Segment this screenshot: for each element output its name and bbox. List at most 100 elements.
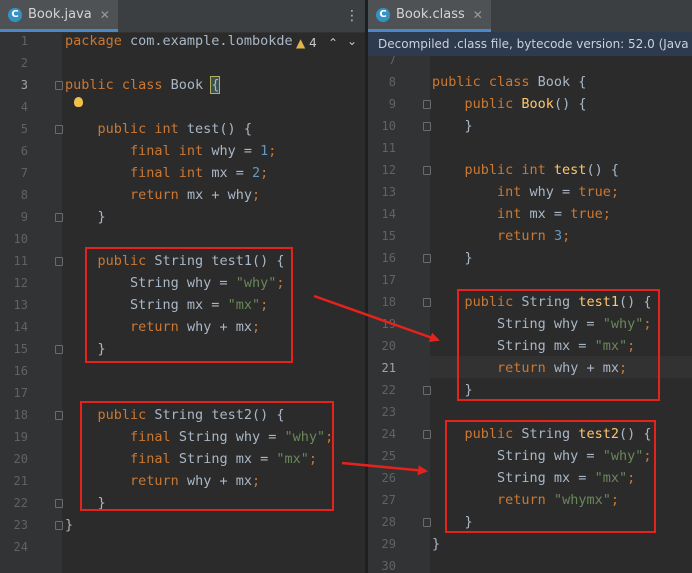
line-number: 14 [13, 320, 28, 334]
line-number: 25 [381, 449, 396, 463]
fold-marker-icon[interactable] [423, 298, 431, 307]
code-token: public class [65, 77, 171, 93]
tab-bar: C Book.java ✕ ⋮ [0, 0, 365, 33]
line-number: 12 [381, 163, 396, 177]
close-icon[interactable]: ✕ [473, 8, 483, 22]
fold-marker-icon[interactable] [423, 518, 431, 527]
code-line[interactable]: public int test() { [432, 159, 619, 181]
code-line[interactable]: return 3; [432, 225, 570, 247]
class-icon: C [376, 7, 390, 22]
fold-marker-icon[interactable] [55, 499, 63, 508]
line-number: 14 [381, 207, 396, 221]
code-line[interactable]: } [432, 247, 473, 269]
highlight-box-test1-source [85, 247, 293, 363]
line-number: 19 [381, 317, 396, 331]
fold-marker-icon[interactable] [55, 81, 63, 90]
chevron-up-icon[interactable]: ⌃ [328, 36, 338, 50]
line-number: 30 [381, 559, 396, 573]
code-token: public class [432, 74, 538, 90]
code-token: mx = [211, 165, 252, 181]
code-token: { [210, 76, 221, 94]
code-token: return [497, 228, 554, 244]
highlight-box-test2-source [80, 401, 334, 511]
lightbulb-icon[interactable] [74, 97, 83, 107]
code-token: () { [553, 96, 587, 112]
code-line[interactable]: public class Book { [65, 74, 221, 96]
line-number: 18 [381, 295, 396, 309]
tab-label: Book.java [28, 7, 92, 22]
line-number: 10 [13, 232, 28, 246]
fold-marker-icon[interactable] [55, 521, 63, 530]
line-number: 4 [20, 100, 28, 114]
fold-marker-icon[interactable] [55, 213, 63, 222]
class-icon: C [8, 7, 22, 22]
code-line[interactable]: public class Book { [432, 71, 586, 93]
code-line[interactable]: int mx = true; [432, 203, 611, 225]
code-token: Book [170, 77, 212, 93]
code-token: } [65, 517, 74, 533]
line-number: 12 [13, 276, 28, 290]
code-token: 3 [553, 228, 563, 244]
fold-marker-icon[interactable] [423, 386, 431, 395]
code-line[interactable]: package com.example.lombokde [65, 30, 293, 52]
fold-marker-icon[interactable] [423, 122, 431, 131]
code-line[interactable]: return mx + why; [65, 184, 260, 206]
code-line[interactable]: public int test() { [65, 118, 252, 140]
tab-label: Book.class [396, 7, 465, 22]
warning-indicator[interactable]: ▲ 4 [296, 36, 317, 50]
fold-marker-icon[interactable] [423, 100, 431, 109]
code-token: ; [251, 187, 261, 203]
chevron-down-icon[interactable]: ⌄ [347, 34, 357, 48]
code-line[interactable]: } [65, 514, 73, 536]
line-number: 8 [388, 75, 396, 89]
code-line[interactable]: int why = true; [432, 181, 619, 203]
close-icon[interactable]: ✕ [100, 8, 110, 22]
fold-marker-icon[interactable] [55, 411, 63, 420]
code-token: } [65, 209, 106, 225]
code-token: true; [578, 184, 619, 200]
code-line[interactable]: public Book() { [432, 93, 587, 115]
fold-marker-icon[interactable] [55, 345, 63, 354]
line-number: 5 [20, 122, 28, 136]
editor-pane-right: 7 8 public class Book {9 public Book() {10… [368, 0, 692, 573]
decompiled-banner: Decompiled .class file, bytecode version… [368, 32, 692, 56]
line-number: 24 [13, 540, 28, 554]
tab-book-class[interactable]: C Book.class ✕ [368, 0, 491, 32]
fold-marker-icon[interactable] [423, 254, 431, 263]
line-number: 20 [381, 339, 396, 353]
line-number: 22 [381, 383, 396, 397]
line-number: 26 [381, 471, 396, 485]
fold-marker-icon[interactable] [55, 125, 63, 134]
code-line[interactable]: } [432, 115, 473, 137]
fold-marker-icon[interactable] [423, 430, 431, 439]
code-token: return [130, 187, 187, 203]
line-number: 3 [20, 78, 28, 92]
line-number: 18 [13, 408, 28, 422]
fold-marker-icon[interactable] [423, 166, 431, 175]
line-number: 28 [381, 515, 396, 529]
line-number: 9 [20, 210, 28, 224]
code-token: public int [97, 121, 187, 137]
code-token: ; [268, 143, 277, 159]
code-line[interactable]: } [65, 206, 106, 228]
line-number: 19 [13, 430, 28, 444]
more-options-icon[interactable]: ⋮ [345, 8, 359, 24]
code-line[interactable]: } [432, 533, 440, 555]
code-token: public int [464, 162, 554, 178]
line-number: 13 [13, 298, 28, 312]
tab-book-java[interactable]: C Book.java ✕ [0, 0, 118, 32]
code-line[interactable]: final int why = 1; [65, 140, 276, 162]
code-token: int [497, 206, 530, 222]
line-number: 23 [381, 405, 396, 419]
fold-marker-icon[interactable] [55, 257, 63, 266]
code-line[interactable]: final int mx = 2; [65, 162, 268, 184]
code-token: mx + why [186, 187, 252, 203]
code-token: ; [260, 165, 269, 181]
code-token: why = [529, 184, 579, 200]
line-number: 13 [381, 185, 396, 199]
